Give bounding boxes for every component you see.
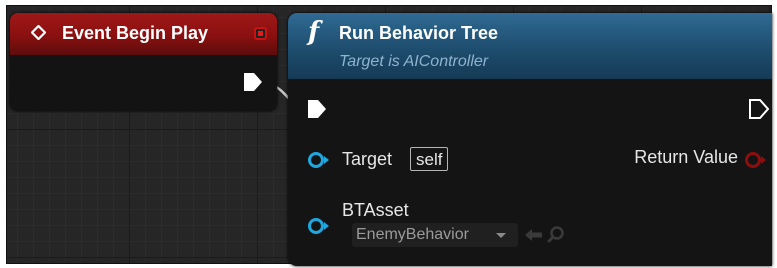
object-pin-icon[interactable] [307,216,331,236]
target-self-default: self [410,147,449,171]
object-pin-icon[interactable] [307,150,331,170]
btasset-asset-picker[interactable]: EnemyBehavior [352,223,518,247]
event-begin-play-node[interactable]: Event Begin Play [10,13,277,111]
return-value-pin-label: Return Value [634,147,738,167]
event-diamond-icon [31,25,46,40]
event-node-header: Event Begin Play [10,13,277,55]
use-selected-arrow-icon[interactable] [524,228,544,242]
function-node-header: f Run Behavior Tree Target is AIControll… [288,13,772,79]
delegate-pin-icon[interactable] [254,27,267,40]
dropdown-arrow-icon[interactable] [494,223,508,247]
function-node-subtitle: Target is AIController [339,53,489,70]
run-behavior-tree-node[interactable]: f Run Behavior Tree Target is AIControll… [288,13,772,266]
bool-pin-icon[interactable] [744,150,768,170]
event-node-title: Event Begin Play [62,23,209,43]
target-pin-label: Target [342,149,393,169]
exec-in-pin-icon[interactable] [306,98,328,120]
exec-out-pin-icon[interactable] [242,71,264,93]
function-node-title: Run Behavior Tree [339,23,499,43]
browse-magnifier-icon[interactable] [547,225,565,243]
btasset-selected-value: EnemyBehavior [356,226,469,243]
btasset-pin-label: BTAsset [342,200,409,220]
exec-out-pin-icon[interactable] [748,98,770,120]
function-icon: f [308,17,320,47]
